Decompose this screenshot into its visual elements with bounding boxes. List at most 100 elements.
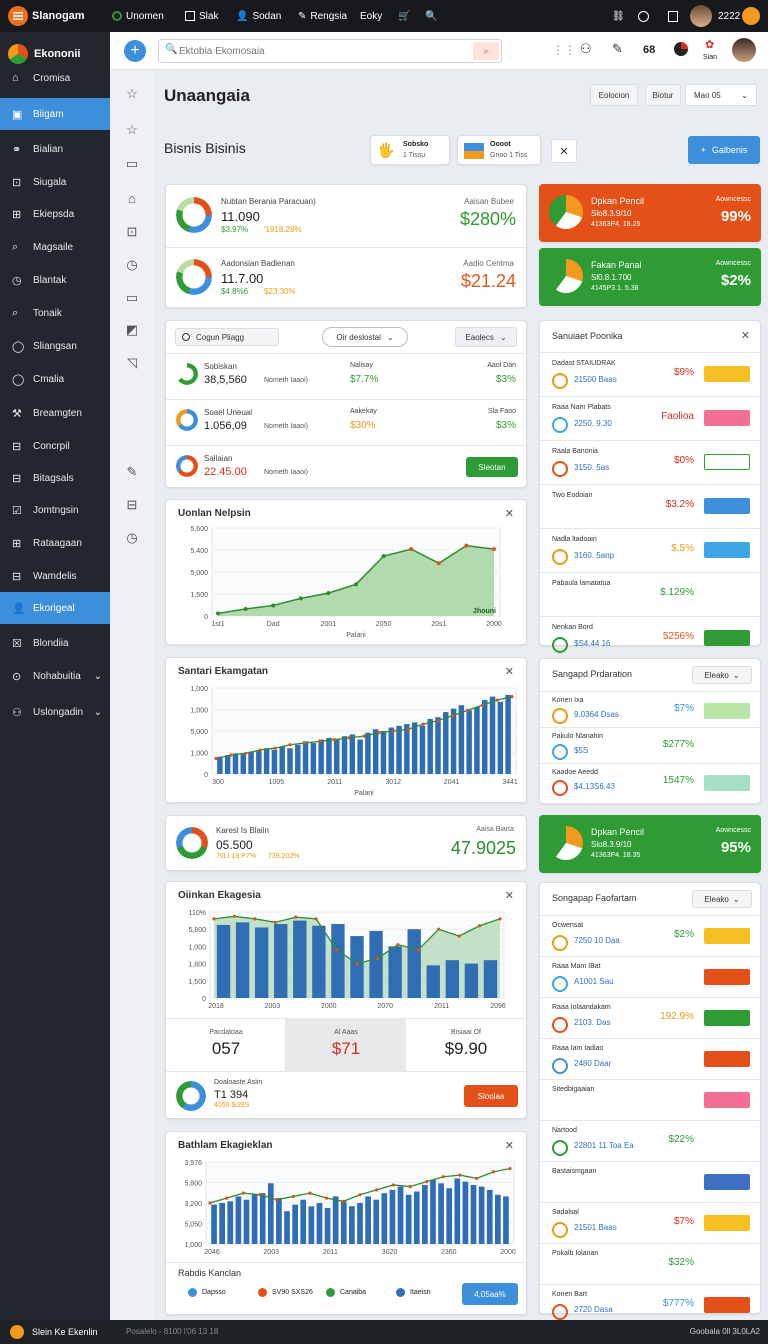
sidebar-item-0[interactable]: ⌂ Cromisa [0, 62, 110, 94]
search-box[interactable]: 🔍 ⌕ [158, 39, 502, 63]
sidebar-item-16[interactable]: 👤 Ekorigeal [0, 592, 110, 624]
rail-icon-2[interactable]: ▭ [122, 154, 142, 174]
avatar[interactable] [690, 0, 712, 32]
pen-icon[interactable]: ✎ [612, 41, 623, 57]
list-item[interactable]: Raaa Nam Plabats 2250. 9.30 Faolioa [540, 396, 760, 440]
list-item[interactable]: Bastaismgaan [540, 1161, 760, 1202]
status-pill[interactable] [704, 542, 750, 559]
sidebar-item-18[interactable]: ⊙ Nohabuitia ⌄ [0, 660, 110, 692]
search-filter[interactable]: Cogun Pliagg [175, 328, 279, 346]
sidebar-item-12[interactable]: ⊟ Bitagsals [0, 462, 110, 494]
top-item-2[interactable]: Slak [185, 0, 218, 32]
list-item[interactable]: Pakulo Nlanahin $5S $277% [540, 727, 760, 763]
status-circle-icon[interactable] [638, 0, 649, 32]
sidebar-item-14[interactable]: ⊞ Rataagaan [0, 527, 110, 559]
list-item[interactable]: Dadast STAIUDRAK 21500 Baas $9% [540, 352, 760, 396]
chip-1[interactable]: 🖐 Sobsko 1 Tissu [370, 135, 450, 165]
rail-icon-6[interactable]: ▭ [122, 288, 142, 308]
list-item[interactable]: Kaadoe Aeedd $4.13S6.43 1547% [540, 763, 760, 799]
sidebar-item-8[interactable]: ◯ Sliangsan [0, 330, 110, 362]
list-item[interactable]: Nenkan Bord $S4.44 16 5256% [540, 616, 760, 660]
sidebar-item-11[interactable]: ⊟ Concrpil [0, 430, 110, 462]
sidebar-item-9[interactable]: ◯ Cmalia [0, 363, 110, 395]
top-item-3[interactable]: 👤 Sodan [236, 0, 281, 32]
list-item[interactable]: Raaa Iolaandakam 2103. Das 192.9% [540, 997, 760, 1038]
rail-icon-1[interactable]: ☆ [122, 120, 142, 140]
list-item[interactable]: Raaa Mam IBat A1001 Sau [540, 956, 760, 997]
header-button-2[interactable]: Biotur [645, 84, 681, 106]
search-input[interactable] [179, 43, 469, 59]
sidebar-item-10[interactable]: ⚒ Breamgten [0, 397, 110, 429]
sidebar-item-7[interactable]: ⌕ Tonaik [0, 297, 110, 329]
list-item[interactable]: Raaa Iam Iadiao 2480 Daar [540, 1038, 760, 1079]
flag-icon[interactable]: ✿ [705, 38, 714, 51]
top-item-5[interactable]: Eoky [360, 0, 382, 32]
avatar[interactable] [732, 38, 756, 62]
app-menu[interactable]: Slanogam [8, 0, 85, 32]
status-pill[interactable] [704, 1092, 750, 1109]
book-icon[interactable] [668, 0, 678, 32]
sidebar-item-6[interactable]: ◷ Blantak [0, 264, 110, 296]
filter-button[interactable]: Eaolecs ⌄ [455, 327, 517, 347]
add-icon[interactable]: + [124, 40, 146, 62]
chip-2[interactable]: Oooot Gnoo 1 Tiss [457, 135, 541, 165]
list-item[interactable]: Soael Uneual 1.056,09 Nometh Iaaoi) Aakekay… [166, 399, 526, 445]
list-item[interactable]: Pokalb Iolanan $32% [540, 1243, 760, 1284]
list-item[interactable]: Nadla ltadoain 3160. 5anp $,5% [540, 528, 760, 572]
sidebar-item-5[interactable]: ⌕ Magsaile [0, 231, 110, 263]
grid-icon[interactable]: ⋮⋮ [552, 43, 576, 57]
legend-item[interactable]: Dapsso [188, 1288, 226, 1297]
month-select[interactable]: Mao 05 ⌄ [685, 84, 757, 106]
rail-icon-3[interactable]: ⌂ [122, 188, 142, 208]
status-pill[interactable] [704, 1215, 750, 1232]
rail-icon-8[interactable]: ◹ [122, 353, 142, 373]
rail-icon-7[interactable]: ◩ [122, 320, 142, 340]
list-item[interactable]: Konen Ixa 9.0364 Dsas $7% [540, 691, 760, 727]
sidebar-item-19[interactable]: ⚇ Uslongadin ⌄ [0, 696, 110, 728]
status-pill[interactable] [704, 774, 750, 791]
link-icon[interactable]: ⛓ [612, 0, 625, 32]
list-item[interactable]: Raala Banonia 3150. 5as $0% [540, 440, 760, 484]
list-item[interactable]: Sitedbigaaian [540, 1079, 760, 1120]
sidebar-item-3[interactable]: ⊡ Siugala [0, 166, 110, 198]
status-pill[interactable] [704, 969, 750, 986]
list-item[interactable]: Two Eodoian $3.2% [540, 484, 760, 528]
sidebar-item-1[interactable]: ▣ Biigam [0, 98, 110, 130]
status-pill[interactable] [704, 1174, 750, 1191]
list-item[interactable]: Konen Bart 2720 Dasa $777% [540, 1284, 760, 1325]
add-business-button[interactable]: + Galbenis [688, 136, 760, 164]
top-item-4[interactable]: ✎ Rengsia [298, 0, 347, 32]
status-pill[interactable] [704, 410, 750, 427]
sidebar-item-2[interactable]: ⚭ Bialian [0, 133, 110, 165]
status-pill[interactable] [704, 498, 750, 515]
rail-icon-4[interactable]: ⊡ [122, 222, 142, 242]
legend-item[interactable]: SV90 SXS26 [258, 1288, 313, 1297]
promo-card-1[interactable]: Fakan Panal Sl0.8.1.700 4145P3 1. 5.38 Aown… [539, 248, 761, 306]
panel-select[interactable]: Eleako ⌄ [692, 666, 752, 684]
sidebar-item-17[interactable]: ☒ Blondiia [0, 627, 110, 659]
status-pill[interactable] [704, 928, 750, 945]
filter-select[interactable]: Oir deslostal ⌄ [322, 327, 408, 347]
notification-icon[interactable] [742, 0, 760, 32]
legend-button[interactable]: 4,05aa% [462, 1283, 518, 1305]
chart-icon[interactable] [674, 42, 688, 56]
list-item[interactable]: Sallaian 22.45.00 Nometh Iaaoi) Sleotan [166, 445, 526, 491]
close-icon[interactable]: ✕ [505, 508, 514, 520]
list-item[interactable]: Sobiskan 38,5,560 Nometh Iaaoi) Nalisay $7.7… [166, 353, 526, 399]
kpi-action-button[interactable]: Sloolaa [464, 1085, 518, 1107]
status-pill[interactable] [704, 1051, 750, 1068]
panel-select[interactable]: Eleako ⌄ [692, 890, 752, 908]
status-pill[interactable] [704, 366, 750, 383]
status-pill[interactable] [704, 630, 750, 647]
legend-item[interactable]: Canaiba [326, 1288, 366, 1297]
promo-card-0[interactable]: Dpkan Pencil Slo8.3.9/10 41363P4. 18.25 Aow… [539, 184, 761, 242]
header-button-1[interactable]: Eolocion [590, 84, 638, 106]
rail-icon-0[interactable]: ☆ [122, 84, 142, 104]
list-item[interactable]: Sadalsal 21501 Baas $7% [540, 1202, 760, 1243]
legend-item[interactable]: Itaeisn [396, 1288, 431, 1297]
close-icon[interactable]: ✕ [741, 329, 750, 342]
list-item[interactable]: Ocwensat 7250 10 Daa $2% [540, 915, 760, 956]
sidebar-item-15[interactable]: ⊟ Wamdelis [0, 560, 110, 592]
status-pill[interactable] [704, 1010, 750, 1027]
cart-icon[interactable]: 🛒 [398, 0, 410, 32]
